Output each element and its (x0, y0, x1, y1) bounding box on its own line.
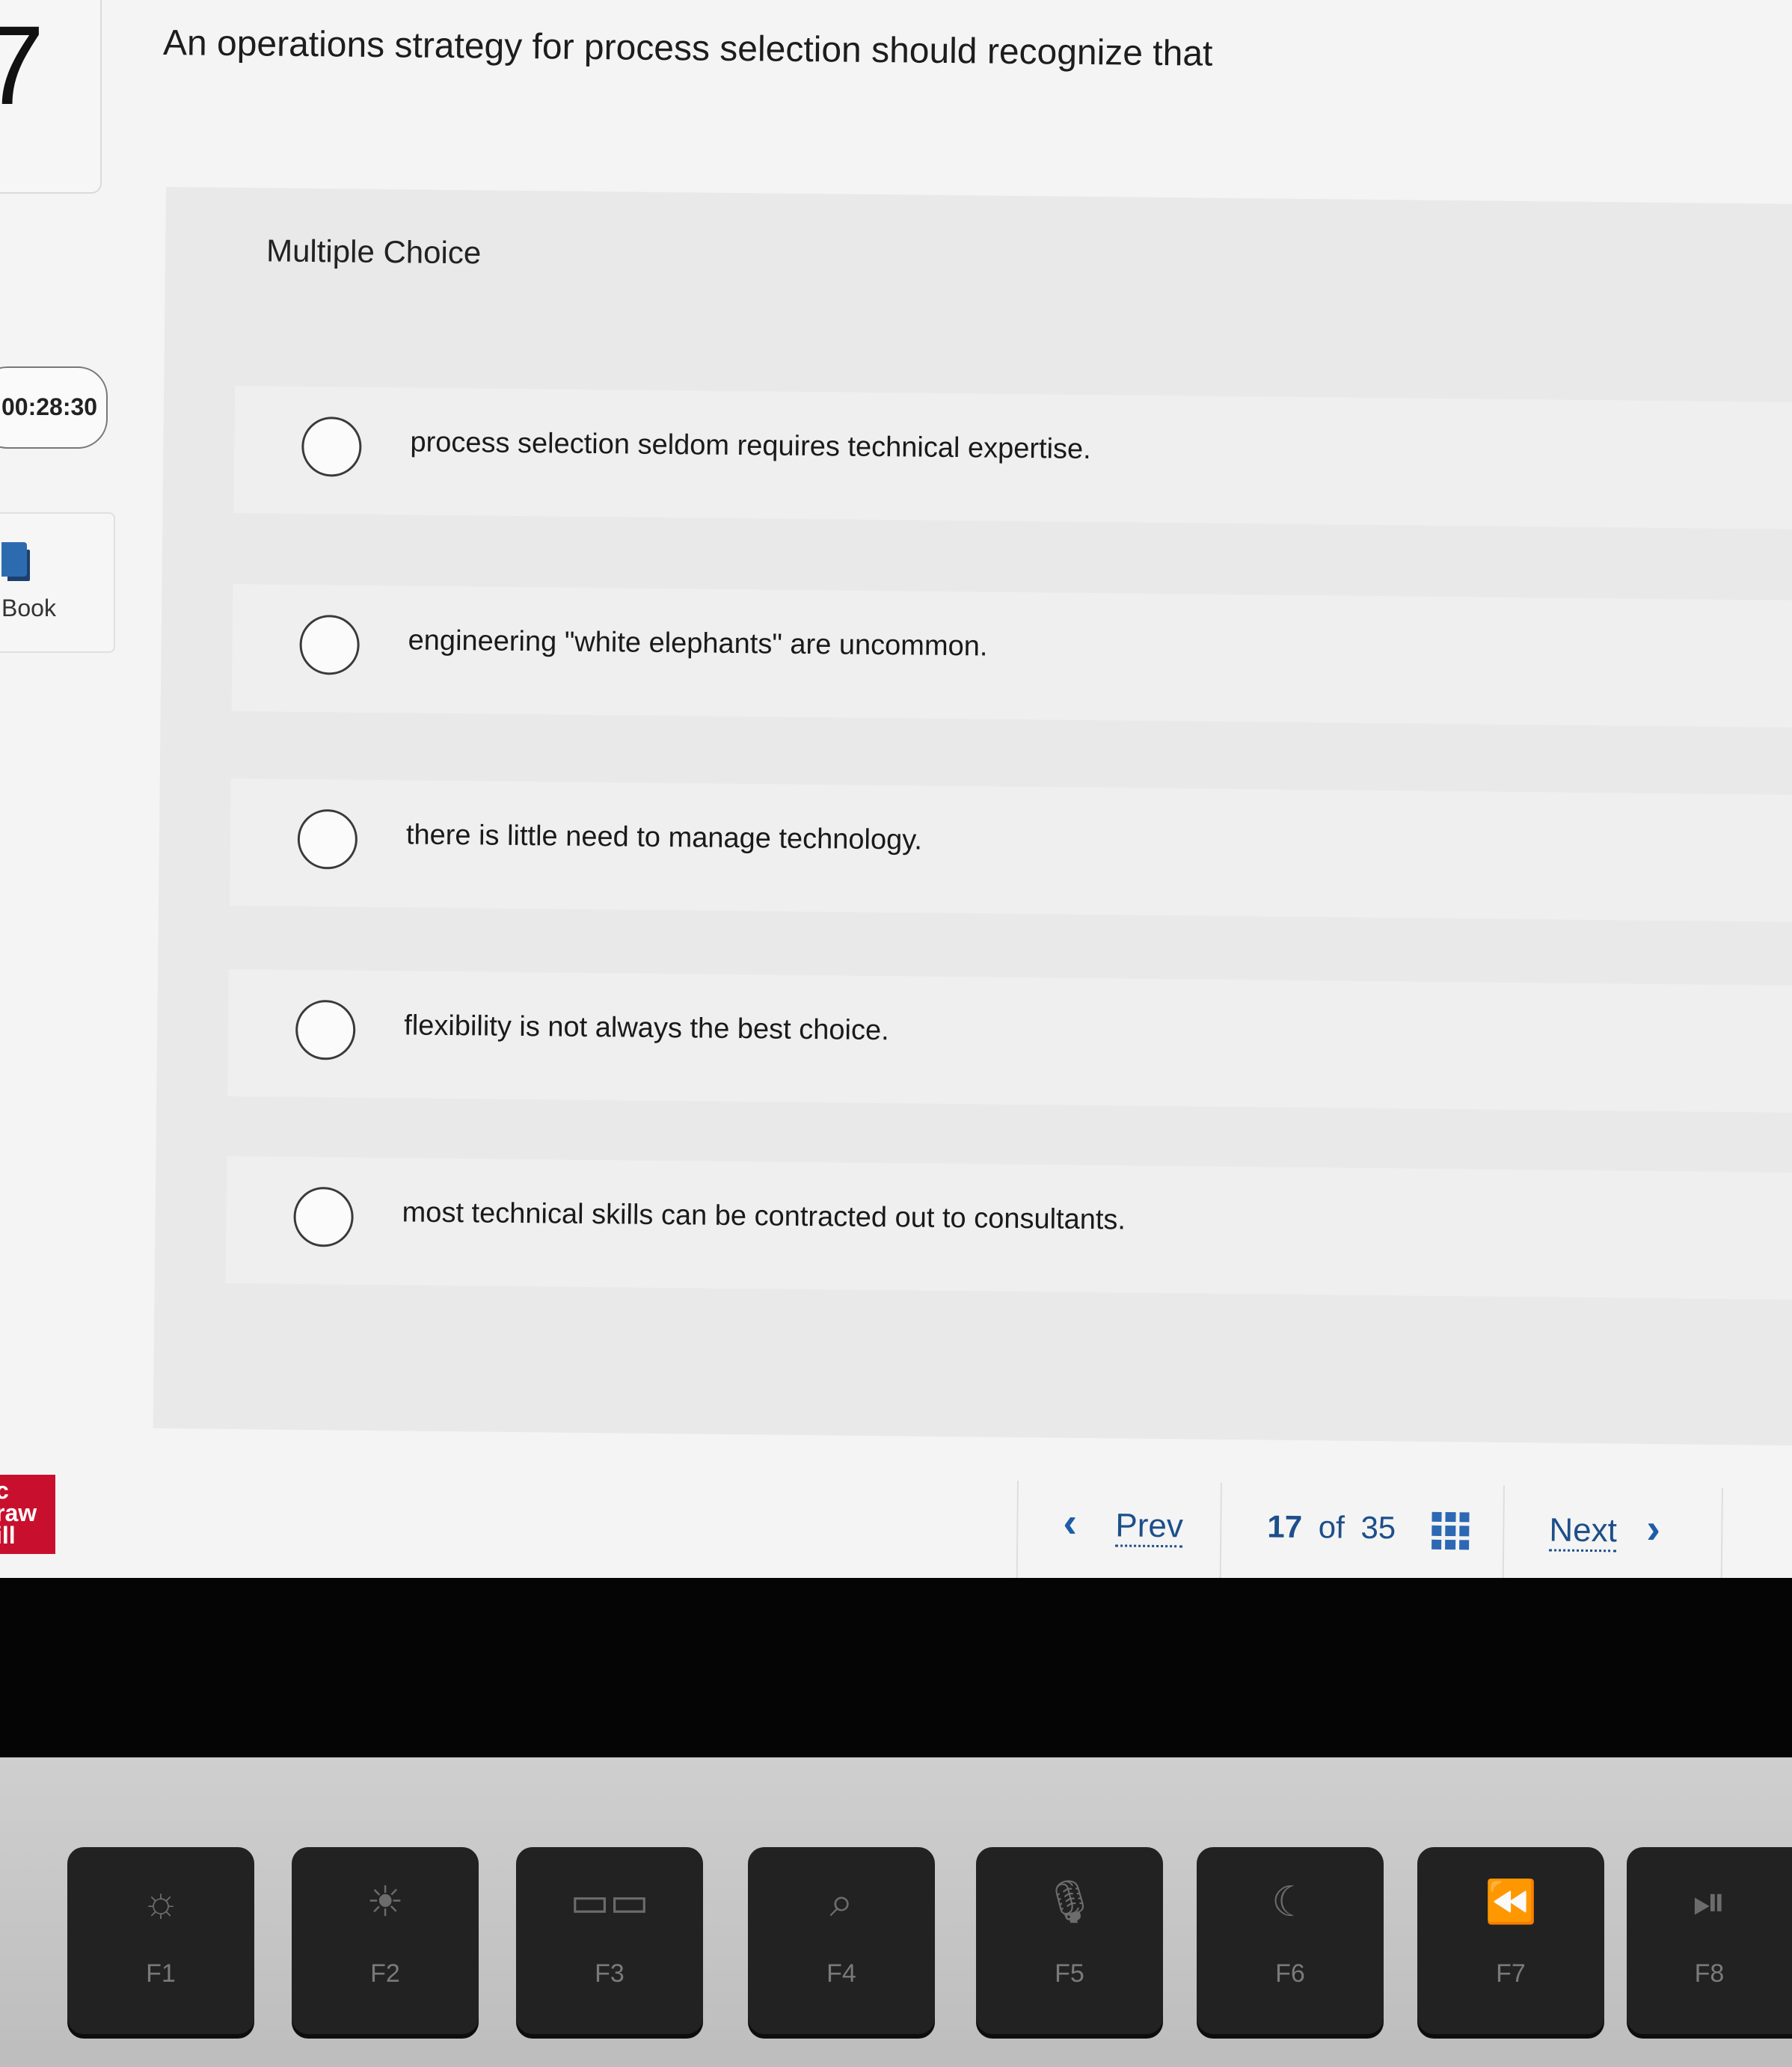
answer-option[interactable]: there is little need to manage technolog… (229, 778, 1792, 923)
moon-icon: ☾ (1271, 1878, 1310, 1925)
prev-button[interactable]: ‹ Prev (1016, 1481, 1222, 1578)
question-type-label: Multiple Choice (266, 233, 482, 271)
laptop-bezel (0, 1578, 1792, 1757)
key-label: F3 (595, 1959, 625, 1988)
question-grid-icon[interactable] (1432, 1511, 1470, 1550)
question-text: An operations strategy for process selec… (162, 23, 1213, 74)
brightness-up-icon: ☀ (366, 1878, 405, 1925)
timer[interactable]: 00:28:30 (0, 366, 108, 449)
mcgraw-hill-logo: c raw ill (0, 1475, 55, 1554)
timer-text: 00:28:30 (1, 393, 98, 420)
radio-button[interactable] (301, 416, 362, 477)
answer-option[interactable]: flexibility is not always the best choic… (227, 968, 1792, 1114)
rewind-icon: ⏪ (1485, 1878, 1537, 1925)
prev-label: Prev (1115, 1507, 1184, 1548)
next-label: Next (1549, 1511, 1618, 1552)
radio-button[interactable] (297, 808, 358, 870)
answer-panel: Multiple Choice process selection seldom… (153, 187, 1792, 1446)
of-label: of (1318, 1509, 1345, 1545)
question-number-tab: 7 (0, 0, 102, 194)
answer-option[interactable]: most technical skills can be contracted … (225, 1155, 1792, 1300)
play-pause-icon: ⏯ (1693, 1878, 1726, 1925)
search-icon: ⌕ (829, 1878, 853, 1925)
key-label: F6 (1275, 1959, 1305, 1988)
key-label: F4 (826, 1959, 856, 1988)
key-f2[interactable]: ☀ F2 (292, 1847, 479, 2034)
answer-option-text: process selection seldom requires techni… (410, 426, 1091, 465)
answer-option-text: flexibility is not always the best choic… (404, 1010, 889, 1047)
question-number: 7 (0, 2, 45, 128)
microphone-icon: 🎙 (1043, 1878, 1096, 1925)
chevron-left-icon: ‹ (1063, 1498, 1078, 1546)
key-f8[interactable]: ⏯ F8 (1627, 1847, 1792, 2034)
ebook-button[interactable]: Book (0, 512, 115, 653)
book-icon (1, 542, 27, 577)
answer-option-text: engineering "white elephants" are uncomm… (408, 624, 988, 663)
key-f6[interactable]: ☾ F6 (1197, 1847, 1384, 2034)
key-label: F8 (1694, 1959, 1725, 1988)
logo-text: c raw ill (0, 1477, 37, 1549)
key-label: F5 (1055, 1959, 1084, 1988)
chevron-right-icon: › (1646, 1504, 1661, 1552)
radio-button[interactable] (299, 614, 360, 675)
key-f4[interactable]: ⌕ F4 (748, 1847, 935, 2034)
key-label: F2 (370, 1959, 400, 1988)
keyboard: ☼ F1 ☀ F2 ▭▭ F3 ⌕ F4 🎙 F5 ☾ F6 ⏪ F7 ⏯ F8 (0, 1757, 1792, 2067)
page-indicator: 17 of 35 (1267, 1509, 1396, 1547)
answer-option-text: there is little need to manage technolog… (405, 819, 923, 856)
key-f3[interactable]: ▭▭ F3 (516, 1847, 703, 2034)
answer-option[interactable]: process selection seldom requires techni… (233, 385, 1792, 530)
total-pages: 35 (1360, 1509, 1396, 1546)
key-f7[interactable]: ⏪ F7 (1417, 1847, 1604, 2034)
screen: 7 An operations strategy for process sel… (0, 0, 1792, 1578)
brightness-down-icon: ☼ (141, 1878, 180, 1925)
radio-button[interactable] (295, 999, 356, 1060)
next-button[interactable]: Next › (1502, 1485, 1723, 1578)
key-label: F7 (1496, 1959, 1526, 1988)
key-f1[interactable]: ☼ F1 (67, 1847, 254, 2034)
key-f5[interactable]: 🎙 F5 (976, 1847, 1163, 2034)
answer-option[interactable]: engineering "white elephants" are uncomm… (231, 583, 1792, 728)
current-page: 17 (1267, 1508, 1303, 1544)
question-navigation: ‹ Prev 17 of 35 Next › (1016, 1481, 1792, 1578)
mission-control-icon: ▭▭ (570, 1878, 649, 1925)
radio-button[interactable] (293, 1186, 355, 1247)
ebook-label: Book (1, 595, 56, 621)
key-label: F1 (146, 1959, 176, 1988)
answer-option-text: most technical skills can be contracted … (402, 1197, 1126, 1236)
